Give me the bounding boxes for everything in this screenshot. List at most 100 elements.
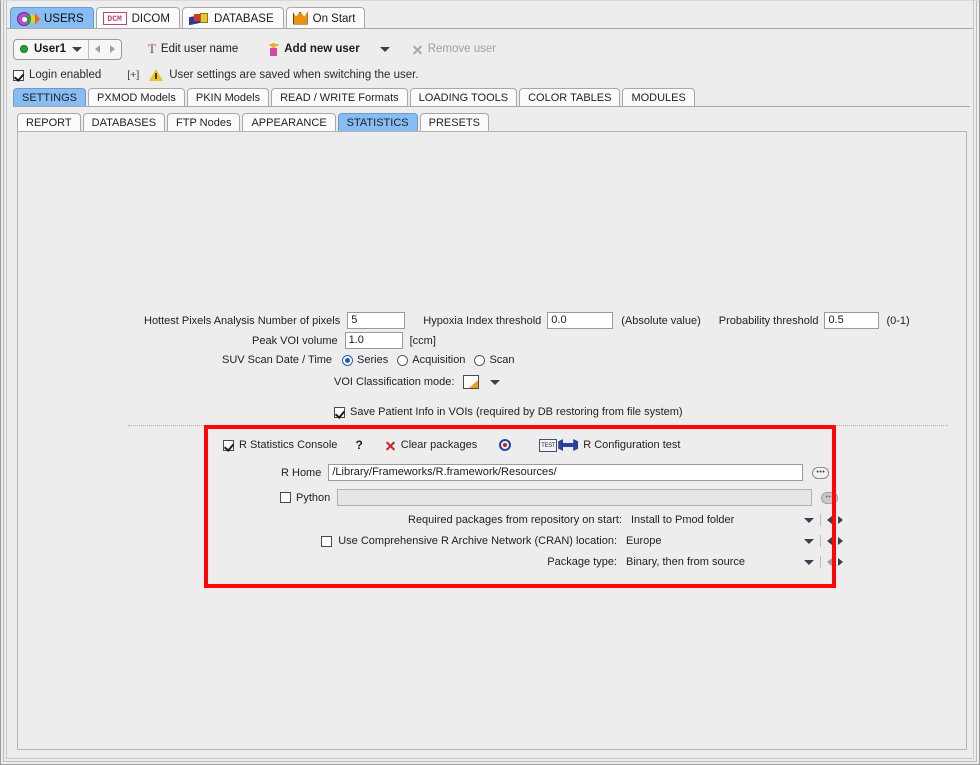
top-tab-database-label: DATABASE: [213, 12, 274, 25]
sub-tab-bar: REPORT DATABASES FTP Nodes APPEARANCE ST…: [17, 112, 970, 132]
peak-voi-volume-label: Peak VOI volume: [252, 334, 338, 347]
suv-scan-datetime-label: SUV Scan Date / Time: [222, 354, 333, 366]
login-row: Login enabled [+] User settings are save…: [13, 65, 970, 85]
save-patient-info-checkbox[interactable]: [334, 406, 345, 418]
r-statistics-console-checkbox[interactable]: [223, 439, 234, 451]
settings-tab-underline: [13, 106, 970, 107]
target-icon[interactable]: [499, 439, 512, 451]
suv-radio-series[interactable]: [342, 354, 354, 366]
cran-location-value: Europe: [626, 535, 662, 547]
users-icon: [17, 11, 40, 26]
r-statistics-console-row: R Statistics Console ? Clear packages TE…: [223, 438, 680, 452]
clear-packages-label[interactable]: Clear packages: [401, 439, 477, 451]
python-browse-button[interactable]: •••: [821, 491, 839, 504]
add-new-user-button[interactable]: Add new user: [262, 39, 365, 60]
package-type-row: Package type: Binary, then from source: [408, 556, 843, 568]
tab-settings[interactable]: SETTINGS: [13, 88, 87, 107]
suv-radio-acquisition[interactable]: [397, 354, 409, 366]
r-home-browse-button[interactable]: •••: [812, 466, 830, 479]
top-tab-dicom[interactable]: DCM DICOM: [95, 7, 180, 29]
voi-classification-mode-label: VOI Classification mode:: [334, 376, 455, 388]
voi-classification-mode-row: VOI Classification mode:: [334, 375, 501, 389]
section-separator: [128, 425, 948, 426]
login-enabled-label: Login enabled: [29, 69, 102, 81]
save-patient-info-label: Save Patient Info in VOIs (required by D…: [350, 406, 683, 418]
cran-location-dropdown-icon[interactable]: [804, 538, 814, 544]
help-icon[interactable]: ?: [355, 438, 362, 452]
tab-pkin-models[interactable]: PKIN Models: [186, 88, 270, 107]
login-enabled-checkbox[interactable]: [13, 69, 24, 81]
edit-user-name-button[interactable]: T Edit user name: [142, 39, 244, 60]
top-tab-bar: USERS DCM DICOM DATABASE On Start: [10, 4, 367, 29]
top-tab-on-start[interactable]: On Start: [285, 7, 366, 29]
cran-location-next-icon[interactable]: [838, 537, 843, 545]
cran-location-prev-icon[interactable]: [827, 537, 832, 545]
tab-statistics[interactable]: STATISTICS: [337, 113, 418, 132]
required-packages-dropdown-icon[interactable]: [804, 517, 814, 523]
top-tab-on-start-label: On Start: [312, 12, 356, 25]
peak-voi-volume-row: Peak VOI volume [ccm]: [252, 332, 436, 349]
tab-appearance[interactable]: APPEARANCE: [242, 113, 336, 132]
expand-marker[interactable]: [+]: [127, 69, 139, 81]
top-tab-underline: [7, 28, 973, 29]
hottest-pixels-label: Hottest Pixels Analysis Number of pixels: [144, 314, 341, 327]
package-type-dropdown-icon[interactable]: [804, 559, 814, 565]
database-icon: [188, 12, 209, 26]
remove-user-button[interactable]: Remove user: [406, 39, 502, 60]
tab-report[interactable]: REPORT: [17, 113, 81, 132]
voi-classification-swatch-icon[interactable]: [463, 375, 480, 389]
test-icon: TEST: [539, 438, 558, 452]
python-checkbox[interactable]: [280, 492, 291, 503]
required-packages-prev-icon[interactable]: [827, 516, 832, 524]
hottest-pixels-input[interactable]: [347, 312, 406, 329]
required-packages-row: Required packages from repository on sta…: [408, 514, 843, 526]
prev-user-icon[interactable]: [94, 45, 100, 53]
tab-color-tables[interactable]: COLOR TABLES: [519, 88, 621, 107]
python-input[interactable]: [337, 489, 813, 506]
next-user-icon[interactable]: [109, 45, 115, 53]
crown-icon: [292, 11, 308, 26]
chevron-down-icon[interactable]: [71, 46, 82, 52]
top-tab-users[interactable]: USERS: [10, 7, 94, 29]
suv-radio-acquisition-label: Acquisition: [412, 354, 466, 366]
r-home-input[interactable]: [328, 464, 804, 481]
suv-radio-scan[interactable]: [474, 354, 486, 366]
user-selector-current[interactable]: User1: [14, 40, 88, 59]
login-notice-text: User settings are saved when switching t…: [169, 69, 419, 81]
tab-databases[interactable]: DATABASES: [82, 113, 166, 132]
python-row: Python •••: [280, 489, 839, 506]
save-patient-info-row: Save Patient Info in VOIs (required by D…: [334, 406, 683, 418]
r-configuration-test-label[interactable]: R Configuration test: [583, 439, 680, 451]
suv-scan-datetime-row: SUV Scan Date / Time Series Acquisition …: [222, 354, 515, 366]
tab-read-write-formats[interactable]: READ / WRITE Formats: [271, 88, 408, 107]
top-tab-users-label: USERS: [44, 12, 84, 25]
package-type-next-icon[interactable]: [838, 558, 843, 566]
required-packages-next-icon[interactable]: [838, 516, 843, 524]
top-tab-dicom-label: DICOM: [131, 12, 170, 25]
tab-presets[interactable]: PRESETS: [419, 113, 489, 132]
top-tab-database[interactable]: DATABASE: [181, 7, 284, 29]
hypoxia-threshold-suffix: (Absolute value): [621, 314, 701, 327]
tab-pxmod-models[interactable]: PXMOD Models: [88, 88, 185, 107]
cran-location-row: Use Comprehensive R Archive Network (CRA…: [208, 535, 843, 547]
hypoxia-threshold-input[interactable]: [547, 312, 614, 329]
cran-location-label: Use Comprehensive R Archive Network (CRA…: [338, 535, 617, 547]
peak-voi-volume-input[interactable]: [344, 332, 403, 349]
add-user-dropdown-icon[interactable]: [379, 46, 390, 52]
dcm-icon: DCM: [102, 12, 127, 25]
tab-ftp-nodes[interactable]: FTP Nodes: [167, 113, 241, 132]
tab-modules[interactable]: MODULES: [622, 88, 695, 107]
cran-location-checkbox[interactable]: [321, 535, 333, 547]
add-user-icon: [268, 42, 280, 56]
warning-icon: [149, 68, 164, 82]
voi-classification-dropdown-icon[interactable]: [490, 379, 501, 385]
tab-loading-tools[interactable]: LOADING TOOLS: [409, 88, 518, 107]
probability-threshold-input[interactable]: [824, 312, 880, 329]
package-type-prev-icon[interactable]: [827, 558, 832, 566]
edit-user-name-label: Edit user name: [160, 43, 239, 55]
hottest-pixels-row: Hottest Pixels Analysis Number of pixels…: [144, 312, 910, 329]
suv-radio-scan-label: Scan: [489, 354, 515, 366]
suv-radio-series-label: Series: [357, 354, 389, 366]
user-selector[interactable]: User1: [13, 38, 122, 60]
required-packages-value: Install to Pmod folder: [631, 514, 735, 526]
